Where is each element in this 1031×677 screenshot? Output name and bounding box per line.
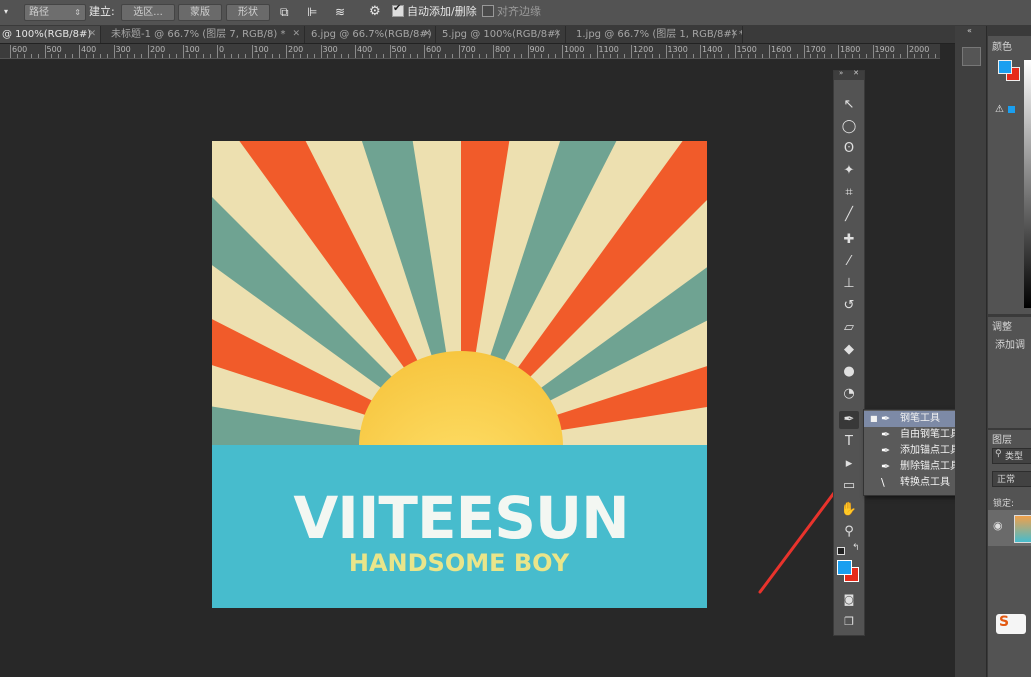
crop-tool[interactable]: ⌗ [839, 184, 859, 202]
adjust-panel-body: 添加调 [988, 333, 1031, 428]
color-panel-body: ⚠ [988, 54, 1031, 314]
expand-icon[interactable]: « [967, 26, 972, 35]
move-tool[interactable]: ↖ [839, 96, 859, 114]
path-select-tool[interactable]: ▸ [839, 455, 859, 473]
foreground-color-swatch[interactable] [837, 560, 852, 575]
pen-tool[interactable]: ✒ [839, 411, 859, 429]
blur-tool[interactable]: ● [839, 363, 859, 381]
panel-dock-strip: « [955, 26, 987, 677]
selected-bullet-icon: ■ [870, 414, 878, 423]
close-icon[interactable]: ✕ [853, 69, 859, 77]
ime-logo-icon: S [996, 614, 1026, 634]
history-brush-tool[interactable]: ↺ [839, 297, 859, 315]
layers-panel-header: 图层 [988, 430, 1031, 446]
foreground-color-chip[interactable] [998, 60, 1012, 74]
flyout-item-label: 钢笔工具 [900, 413, 940, 424]
adjust-panel-header: 调整 [988, 317, 1031, 333]
quick-select-tool[interactable]: ✦ [839, 162, 859, 180]
search-icon: ⚲ [995, 449, 1002, 459]
tab-layers[interactable]: 图层 [992, 431, 1012, 446]
layer-row[interactable]: ◉ [988, 510, 1031, 546]
annotation-arrow [758, 419, 889, 594]
pen-icon: ✒ [881, 412, 891, 425]
dodge-tool[interactable]: ◔ [839, 385, 859, 403]
ime-logo-glyph: S [999, 614, 1010, 630]
stamp-tool[interactable]: ⊥ [839, 275, 859, 293]
flyout-item-label: 转换点工具 [900, 477, 950, 488]
color-spectrum[interactable] [1024, 60, 1031, 308]
quick-mask-icon[interactable]: ◙ [839, 591, 859, 609]
collapse-icon[interactable]: » [839, 69, 843, 77]
blend-mode-select[interactable]: 正常 [992, 471, 1031, 487]
rectangle-tool[interactable]: ▭ [839, 477, 859, 495]
eraser-tool[interactable]: ▱ [839, 319, 859, 337]
flyout-item-label: 自由钢笔工具 [900, 429, 960, 440]
healing-brush-tool[interactable]: ✚ [839, 231, 859, 249]
pen-icon: ✒ [881, 460, 891, 473]
layer-thumbnail [1014, 515, 1031, 543]
marquee-tool[interactable]: ◯ [839, 118, 859, 136]
screen-mode-icon[interactable]: ❐ [839, 613, 859, 631]
flyout-item-label: 删除锚点工具 [900, 461, 960, 472]
type-tool[interactable]: T [839, 433, 859, 451]
blend-mode-value: 正常 [997, 475, 1016, 485]
layers-panel-body: ⚲ 类型 正常 锁定: ◉ S [988, 446, 1031, 677]
eye-icon[interactable]: ◉ [993, 519, 1003, 532]
pen-icon: ✒ [881, 428, 891, 441]
paint-bucket-tool[interactable]: ◆ [839, 341, 859, 359]
web-color-chip[interactable] [1008, 106, 1015, 113]
tools-panel-header[interactable]: » ✕ [834, 69, 864, 80]
pen-icon: ✒ [881, 444, 891, 457]
right-panels: « 颜色 ⚠ 调整 添加调 图层 ⚲ 类型 正常 锁定: ◉ S [955, 26, 1031, 677]
tab-color[interactable]: 颜色 [992, 38, 1012, 53]
flyout-item-label: 添加锚点工具 [900, 445, 960, 456]
lock-label: 锁定: [993, 499, 1015, 509]
warning-icon: ⚠ [995, 104, 1004, 115]
add-adjustment-label: 添加调 [995, 340, 1025, 351]
layer-filter-select[interactable]: ⚲ 类型 [992, 448, 1031, 464]
zoom-tool[interactable]: ⚲ [839, 523, 859, 541]
hand-tool[interactable]: ✋ [839, 501, 859, 519]
eyedropper-tool[interactable]: ╱ [839, 206, 859, 224]
tab-adjustments[interactable]: 调整 [992, 318, 1012, 333]
tools-panel: » ✕ ↖ ◯ ʘ ✦ ⌗ ╱ ✚ ⁄ ⊥ ↺ ▱ ◆ ● ◔ ✒ T ▸ ▭ ✋ ⚲ ↰ ◙ ❐ [833, 69, 865, 636]
lasso-tool[interactable]: ʘ [839, 140, 859, 158]
color-panel-header: 颜色 [988, 36, 1031, 54]
brush-tool[interactable]: ⁄ [839, 253, 859, 271]
swap-colors-icon[interactable]: ↰ [852, 543, 860, 553]
history-panel-icon[interactable] [962, 47, 981, 66]
pen-icon: \ [881, 476, 885, 489]
default-colors-icon[interactable] [837, 547, 845, 555]
layer-filter-value: 类型 [1005, 452, 1024, 462]
